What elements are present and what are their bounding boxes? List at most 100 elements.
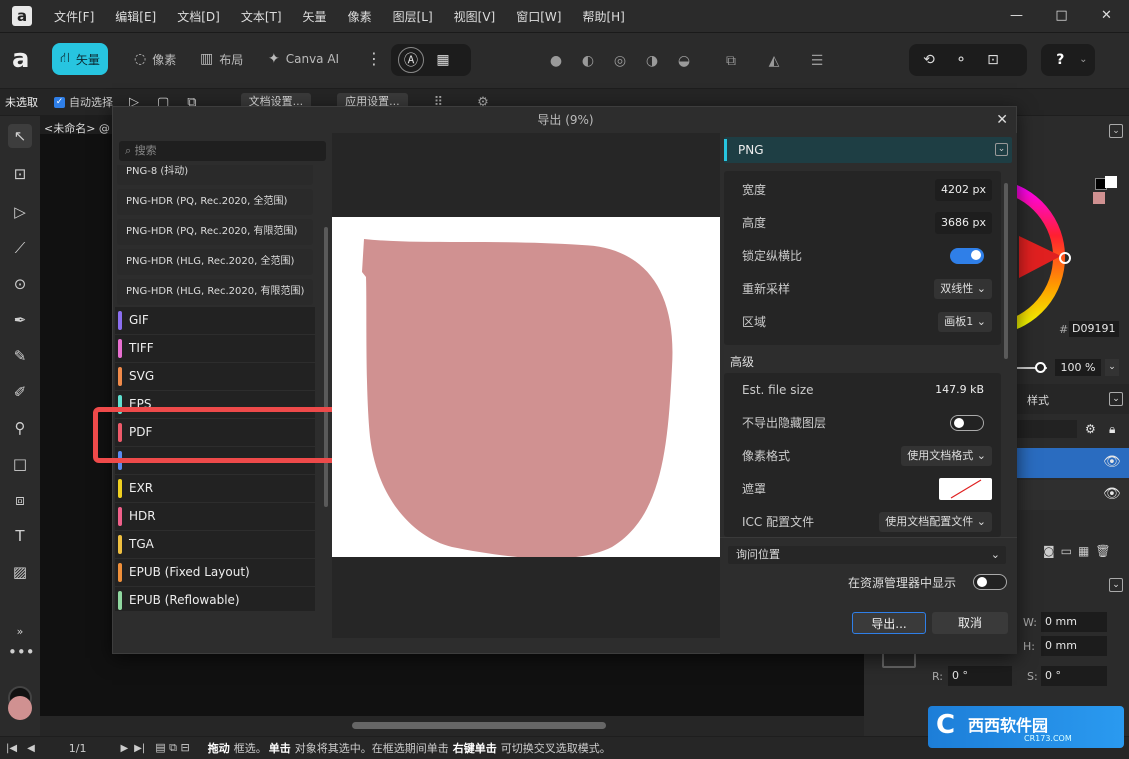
format-item-epub-reflowable[interactable]: EPUB (Reflowable) (115, 587, 315, 611)
white-swatch[interactable] (1105, 176, 1117, 188)
group-icon[interactable]: ⧉ (718, 48, 744, 74)
layers-chevron-icon[interactable]: ⌄ (1109, 392, 1123, 406)
maximize-button[interactable]: □ (1039, 0, 1084, 32)
menu-view[interactable]: 视图[V] (454, 8, 496, 25)
menu-file[interactable]: 文件[F] (54, 8, 94, 25)
more-icon[interactable]: ⋮ (366, 49, 382, 68)
corner-tool-icon[interactable]: ⟋ (8, 236, 32, 260)
menu-text[interactable]: 文本[T] (241, 8, 282, 25)
fill-tool-icon[interactable]: ⚲ (8, 416, 32, 440)
height-field[interactable]: 3686 px (935, 212, 992, 234)
opacity-knob[interactable] (1035, 362, 1046, 373)
page-icons[interactable]: ▤ ⧉ ⊟ (155, 741, 189, 755)
fill-swatch[interactable] (1093, 192, 1105, 204)
panel-chevron-icon[interactable]: ⌄ (1109, 124, 1123, 138)
opacity-field[interactable]: 100 % (1055, 359, 1101, 376)
format-subitem[interactable]: PNG-HDR (HLG, Rec.2020, 全范围) (117, 249, 313, 275)
format-item-gif[interactable]: GIF (115, 307, 315, 334)
menu-help[interactable]: 帮助[H] (582, 8, 624, 25)
r-field[interactable]: 0 ° (948, 666, 1012, 686)
menu-layer[interactable]: 图层[L] (393, 8, 433, 25)
color-wheel[interactable] (1017, 182, 1077, 332)
width-field[interactable]: 4202 px (935, 179, 992, 201)
show-explorer-toggle[interactable] (973, 574, 1007, 590)
persona-layout[interactable]: ▥ 布局 (192, 43, 251, 75)
format-item-tga[interactable]: TGA (115, 531, 315, 558)
image-tool-icon[interactable]: ▨ (8, 560, 32, 584)
next-page-icon[interactable]: ▶ (120, 743, 128, 754)
subtract-icon[interactable]: ◐ (575, 48, 601, 74)
icc-select[interactable]: 使用文档配置文件 ⌄ (879, 512, 992, 532)
hex-field[interactable]: D09191 (1069, 321, 1119, 337)
first-page-icon[interactable]: |◀ (6, 743, 17, 754)
grid-icon[interactable]: ▦ (430, 47, 456, 73)
export-button[interactable]: 导出... (852, 612, 926, 634)
fill-color-well[interactable] (8, 696, 32, 720)
move-tool-icon[interactable]: ↖ (8, 124, 32, 148)
minimize-button[interactable]: — (994, 0, 1039, 32)
menu-pixel[interactable]: 像素 (348, 8, 372, 25)
node-tool-icon[interactable]: ▷ (8, 200, 32, 224)
menu-window[interactable]: 窗口[W] (516, 8, 561, 25)
menu-vector[interactable]: 矢量 (303, 8, 327, 25)
format-subitem[interactable]: PNG-HDR (PQ, Rec.2020, 全范围) (117, 189, 313, 215)
menu-document[interactable]: 文档[D] (177, 8, 220, 25)
visibility-eye-icon[interactable]: 👁︎ (1103, 486, 1121, 502)
s-field[interactable]: 0 ° (1041, 666, 1107, 686)
w-field[interactable]: 0 mm (1041, 612, 1107, 632)
prev-page-icon[interactable]: ◀ (27, 743, 35, 754)
crop-icon[interactable]: ⊡ (980, 47, 1006, 73)
persona-canva-ai[interactable]: ✦ Canva AI (260, 43, 347, 75)
hidden-layers-toggle[interactable] (950, 415, 984, 431)
auto-select-checkbox[interactable]: ✓ (54, 96, 65, 108)
pen-tool-icon[interactable]: ✒ (8, 308, 32, 332)
visibility-eye-icon[interactable]: 👁︎ (1103, 454, 1121, 470)
opacity-dropdown-icon[interactable]: ⌄ (1105, 359, 1119, 376)
anchor-grid-icon[interactable] (882, 652, 916, 668)
format-item-exr[interactable]: EXR (115, 475, 315, 502)
format-search-input[interactable]: ⌕ 搜索 (119, 141, 326, 161)
artboard-tool-icon[interactable]: ⊡ (8, 162, 32, 186)
format-list-scrollbar[interactable] (324, 227, 328, 507)
format-header[interactable]: PNG ⌄ (724, 137, 1012, 163)
cancel-button[interactable]: 取消 (932, 612, 1008, 634)
format-item-hdr[interactable]: HDR (115, 503, 315, 530)
divide-icon[interactable]: ◒ (671, 48, 697, 74)
format-item-epub-fixed-layout[interactable]: EPUB (Fixed Layout) (115, 559, 315, 586)
shape-tool-icon[interactable]: ⧈ (8, 488, 32, 512)
chevron-down-icon[interactable]: ⌄ (995, 143, 1008, 156)
format-subitem[interactable]: PNG-HDR (HLG, Rec.2020, 有限范围) (117, 279, 313, 305)
dialog-close-button[interactable]: ✕ (996, 107, 1008, 133)
mask-icon[interactable]: ◙ (1043, 544, 1055, 558)
lock-ratio-toggle[interactable] (950, 248, 984, 264)
horizontal-scroll[interactable] (40, 716, 864, 736)
rectangle-tool-icon[interactable]: □ (8, 452, 32, 476)
more-tools-icon[interactable]: ••• (8, 640, 35, 664)
type-mode-icon[interactable]: Ⓐ (398, 47, 424, 73)
brush-tool-icon[interactable]: ✐ (8, 380, 32, 404)
node-icon[interactable]: ⚬ (948, 47, 974, 73)
flip-icon[interactable]: ◭ (761, 48, 787, 74)
pixel-format-select[interactable]: 使用文档格式 ⌄ (901, 446, 992, 466)
transform-icon[interactable]: ⟲ (916, 47, 942, 73)
layer-gear-icon[interactable]: ⚙ (1085, 422, 1096, 436)
align-icon[interactable]: ☰ (804, 48, 830, 74)
xor-icon[interactable]: ◑ (639, 48, 665, 74)
scroll-thumb[interactable] (352, 722, 606, 729)
location-select[interactable]: 询问位置 ⌄ (728, 546, 1006, 564)
add-icon[interactable]: ● (543, 48, 569, 74)
styles-tab[interactable]: 样式 (1027, 392, 1049, 408)
trash-icon[interactable]: 🗑︎ (1095, 544, 1110, 558)
blend-mode-select[interactable] (1017, 420, 1077, 438)
menu-edit[interactable]: 编辑[E] (115, 8, 156, 25)
transform-chevron-icon[interactable]: ⌄ (1109, 578, 1123, 592)
matte-swatch[interactable] (939, 478, 992, 500)
folder-icon[interactable]: ▭ (1061, 544, 1072, 558)
persona-pixel[interactable]: ◌ 像素 (126, 43, 184, 75)
persona-vector[interactable]: ⛙ 矢量 (52, 43, 108, 75)
last-page-icon[interactable]: ▶| (134, 743, 145, 754)
resample-select[interactable]: 双线性 ⌄ (934, 279, 992, 299)
settings-scrollbar[interactable] (1004, 183, 1008, 359)
text-tool-icon[interactable]: T (8, 524, 32, 548)
area-select[interactable]: 画板1 ⌄ (938, 312, 992, 332)
